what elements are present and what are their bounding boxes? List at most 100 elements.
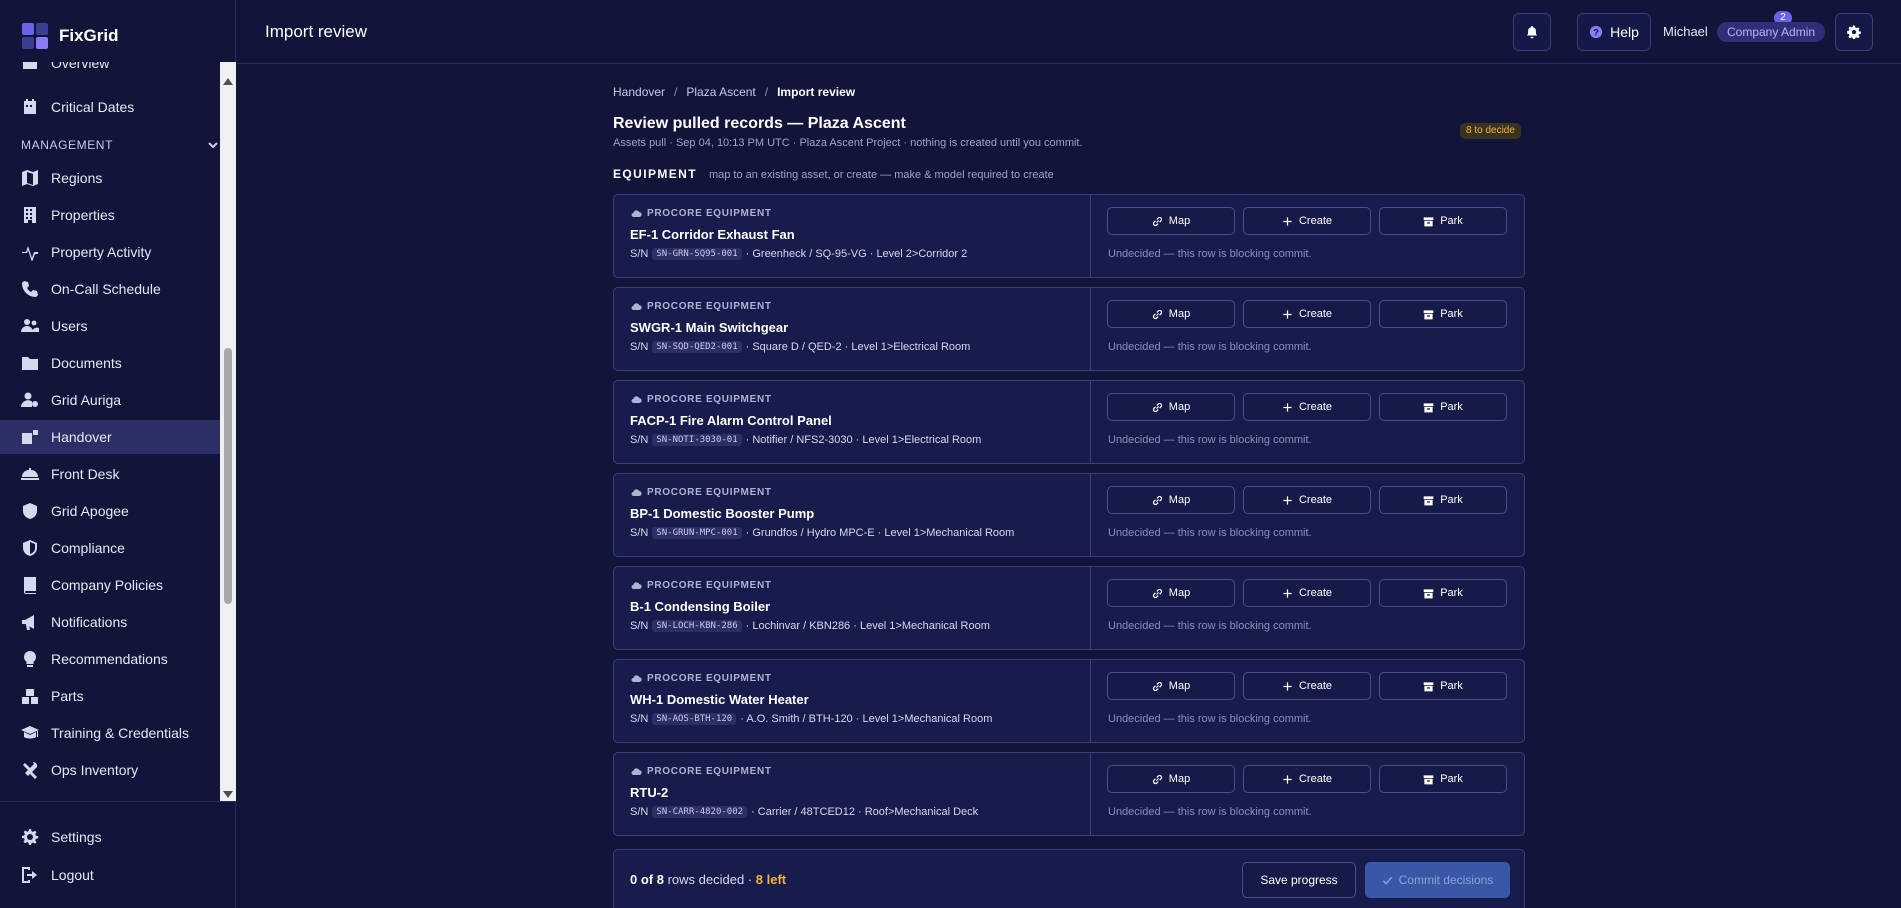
- sidebar-item-handover[interactable]: Handover: [0, 420, 220, 454]
- settings-button[interactable]: [1835, 13, 1873, 51]
- activity-icon: [22, 246, 38, 261]
- sidebar-nav[interactable]: Overview Critical Dates MANAGEMENT Regions P…: [0, 62, 236, 802]
- help-label: Help: [1610, 24, 1639, 40]
- plus-icon: [1283, 402, 1292, 412]
- sidebar-item-grid-apogee[interactable]: Grid Apogee: [0, 494, 220, 528]
- park-label: Park: [1440, 401, 1463, 413]
- park-button[interactable]: Park: [1379, 207, 1507, 235]
- scroll-up-arrow-icon[interactable]: [223, 78, 233, 85]
- park-button[interactable]: Park: [1379, 300, 1507, 328]
- sidebar-item-on-call-schedule[interactable]: On-Call Schedule: [0, 272, 220, 306]
- notifications-button[interactable]: [1513, 13, 1551, 51]
- map-button[interactable]: Map: [1107, 672, 1235, 700]
- sidebar-item-ops-inventory[interactable]: Ops Inventory: [0, 753, 220, 787]
- sidebar-item-logout[interactable]: Logout: [0, 858, 220, 892]
- sidebar-item-company-policies[interactable]: Company Policies: [0, 568, 220, 602]
- map-button[interactable]: Map: [1107, 579, 1235, 607]
- create-button[interactable]: Create: [1243, 672, 1371, 700]
- role-badge: Company Admin: [1717, 22, 1826, 42]
- map-label: Map: [1168, 215, 1191, 227]
- park-button[interactable]: Park: [1379, 579, 1507, 607]
- map-button[interactable]: Map: [1107, 486, 1235, 514]
- user-gear-icon: [21, 392, 38, 407]
- map-label: Map: [1168, 773, 1191, 785]
- sidebar-item-compliance[interactable]: Compliance: [0, 531, 220, 565]
- park-button[interactable]: Park: [1379, 672, 1507, 700]
- row-source-label: PROCORE EQUIPMENT: [647, 394, 772, 405]
- sidebar-item-front-desk[interactable]: Front Desk: [0, 457, 220, 491]
- create-button[interactable]: Create: [1243, 486, 1371, 514]
- graduation-cap-icon-wrap: [21, 724, 39, 742]
- sidebar-item-property-activity[interactable]: Property Activity: [0, 235, 220, 269]
- sidebar-item-parts[interactable]: Parts: [0, 679, 220, 713]
- map-label: Map: [1168, 587, 1191, 599]
- top-header: Import review 2 ? Help Michael Company A…: [237, 0, 1901, 64]
- users-icon-wrap: [21, 317, 39, 335]
- row-name: RTU-2: [630, 785, 669, 800]
- book-icon-wrap: [21, 576, 39, 594]
- sidebar-item-label: Users: [51, 318, 88, 334]
- map-icon-wrap: [21, 169, 39, 187]
- equipment-row: PROCORE EQUIPMENT BP-1 Domestic Booster P…: [613, 473, 1525, 557]
- commit-decisions-button[interactable]: Commit decisions: [1365, 862, 1510, 898]
- sidebar-item-grid-auriga[interactable]: Grid Auriga: [0, 383, 220, 417]
- map-button[interactable]: Map: [1107, 300, 1235, 328]
- sidebar-scrollbar[interactable]: [220, 62, 236, 801]
- create-button[interactable]: Create: [1243, 579, 1371, 607]
- sidebar-item-properties[interactable]: Properties: [0, 198, 220, 232]
- decided-suffix: rows decided ·: [667, 872, 753, 887]
- row-source: PROCORE EQUIPMENT: [631, 208, 772, 219]
- save-progress-button[interactable]: Save progress: [1242, 862, 1356, 898]
- sidebar-item-settings[interactable]: Settings: [0, 820, 220, 854]
- park-button[interactable]: Park: [1379, 765, 1507, 793]
- create-button[interactable]: Create: [1243, 300, 1371, 328]
- sidebar-item-documents[interactable]: Documents: [0, 346, 220, 380]
- app-logo[interactable]: FixGrid: [22, 22, 119, 50]
- section-management[interactable]: MANAGEMENT: [21, 135, 219, 155]
- breadcrumb-handover[interactable]: Handover: [613, 85, 665, 99]
- breadcrumb-plaza-ascent[interactable]: Plaza Ascent: [686, 85, 755, 99]
- sidebar-item-recommendations[interactable]: Recommendations: [0, 642, 220, 676]
- scroll-thumb[interactable]: [224, 348, 232, 604]
- row-details: PROCORE EQUIPMENT BP-1 Domestic Booster P…: [614, 474, 1091, 556]
- map-label: Map: [1168, 680, 1191, 692]
- map-button[interactable]: Map: [1107, 207, 1235, 235]
- row-name: WH-1 Domestic Water Heater: [630, 692, 809, 707]
- sidebar-item-label: Compliance: [51, 540, 125, 556]
- sidebar-item-critical-dates[interactable]: Critical Dates: [0, 90, 220, 124]
- row-status: Undecided — this row is blocking commit.: [1108, 713, 1312, 725]
- create-label: Create: [1298, 401, 1333, 413]
- create-button[interactable]: Create: [1243, 207, 1371, 235]
- breadcrumb-current: Import review: [777, 85, 856, 99]
- sidebar-item-training-credentials[interactable]: Training & Credentials: [0, 716, 220, 750]
- map-button[interactable]: Map: [1107, 765, 1235, 793]
- link-icon: [1152, 402, 1162, 412]
- create-button[interactable]: Create: [1243, 393, 1371, 421]
- sidebar-item-regions[interactable]: Regions: [0, 161, 220, 195]
- equipment-row: PROCORE EQUIPMENT FACP-1 Fire Alarm Contr…: [613, 380, 1525, 464]
- sidebar-item-overview[interactable]: Overview: [0, 62, 220, 80]
- sidebar-item-label: Grid Apogee: [51, 503, 129, 519]
- row-details-text: · Lochinvar / KBN286 · Level 1>Mechanica…: [745, 620, 990, 632]
- row-status: Undecided — this row is blocking commit.: [1108, 434, 1312, 446]
- megaphone-icon-wrap: [21, 613, 39, 631]
- help-icon: ?: [1589, 25, 1603, 39]
- row-details-text: · Greenheck / SQ-95-VG · Level 2>Corrido…: [745, 248, 968, 260]
- equipment-heading: EQUIPMENT: [613, 167, 697, 181]
- page-title: Import review: [265, 22, 368, 41]
- scroll-down-arrow-icon[interactable]: [223, 791, 233, 798]
- sidebar-item-users[interactable]: Users: [0, 309, 220, 343]
- row-details: PROCORE EQUIPMENT RTU-2 S/N SN-CARR-4820-00…: [614, 753, 1091, 835]
- help-button[interactable]: ? Help: [1577, 13, 1651, 51]
- row-details: PROCORE EQUIPMENT EF-1 Corridor Exhaust F…: [614, 195, 1091, 277]
- gear-icon: [1847, 25, 1861, 39]
- row-source-label: PROCORE EQUIPMENT: [647, 766, 772, 777]
- park-button[interactable]: Park: [1379, 486, 1507, 514]
- park-button[interactable]: Park: [1379, 393, 1507, 421]
- activity-icon-wrap: [21, 243, 39, 261]
- create-button[interactable]: Create: [1243, 765, 1371, 793]
- map-label: Map: [1168, 308, 1191, 320]
- sidebar-item-notifications[interactable]: Notifications: [0, 605, 220, 639]
- map-button[interactable]: Map: [1107, 393, 1235, 421]
- link-icon: [1152, 309, 1162, 319]
